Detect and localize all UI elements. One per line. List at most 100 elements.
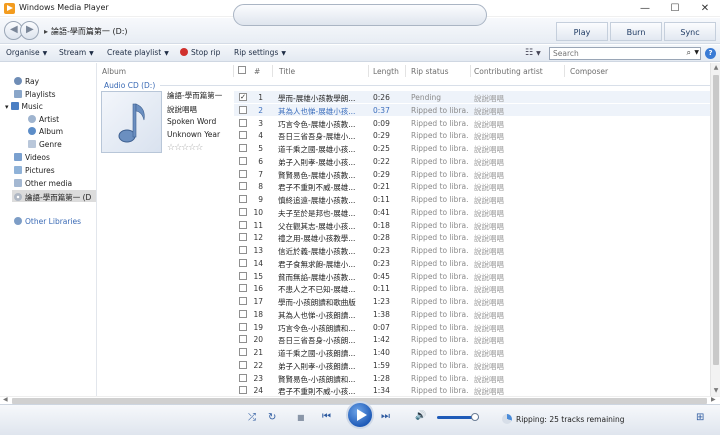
table-row[interactable]: 20 吾日三省吾身-小孩朗... 1:42 Ripped to libra... 說說唱… xyxy=(234,333,714,345)
sidebar-item-pictures[interactable]: Pictures xyxy=(14,166,55,175)
shuffle-icon[interactable]: ⤮ xyxy=(248,412,256,423)
table-row[interactable]: 2 其為人也悌-展雄小孩... 0:37 Ripped to libra... 說說唱唱 xyxy=(234,103,714,116)
search-input[interactable] xyxy=(550,48,680,59)
table-row[interactable]: 17 學而-小孩朗讀和歌曲版 1:23 Ripped to libra... 說說唱唱 xyxy=(234,295,714,307)
sidebar-item-genre[interactable]: Genre xyxy=(28,140,62,149)
track-checkbox[interactable] xyxy=(239,297,247,305)
track-checkbox[interactable] xyxy=(239,131,247,140)
repeat-icon[interactable]: ↻ xyxy=(268,412,276,423)
table-row[interactable]: 11 父在觀其志-展雄小孩... 0:18 Ripped to libra... 說說唱… xyxy=(234,219,714,231)
table-row[interactable]: 4 吾日三省吾身-展雄小... 0:29 Ripped to libra... 說說唱唱 xyxy=(234,129,714,141)
album-rating[interactable]: ☆☆☆☆☆ xyxy=(167,143,203,153)
sidebar-item-artist[interactable]: Artist xyxy=(28,115,59,124)
column-header-contributing-artist[interactable]: Contributing artist xyxy=(474,67,543,76)
track-checkbox[interactable] xyxy=(239,156,247,165)
organise-menu[interactable]: Organise ▼ xyxy=(6,48,47,57)
view-options-icon[interactable]: ☷ ▼ xyxy=(525,48,541,58)
table-row[interactable]: 22 弟子入則孝-小孩朗讀... 1:59 Ripped to libra... 說說唱… xyxy=(234,359,714,371)
table-row[interactable]: 3 巧言令色-展雄小孩教... 0:09 Ripped to libra... 說說唱唱 xyxy=(234,117,714,129)
scroll-down-icon[interactable]: ▼ xyxy=(711,386,720,396)
track-checkbox[interactable] xyxy=(239,233,247,242)
table-row[interactable]: 9 慎終追遠-展雄小孩教... 0:11 Ripped to libra... 說說唱唱 xyxy=(234,193,714,205)
track-checkbox[interactable] xyxy=(239,284,247,293)
track-checkbox[interactable] xyxy=(239,195,247,203)
track-checkbox[interactable] xyxy=(239,335,247,344)
breadcrumb[interactable]: ▸ 論語-學而篇第一 (D:) xyxy=(44,26,128,37)
table-row[interactable]: 5 道千乘之國-展雄小孩... 0:25 Ripped to libra... 說說唱唱 xyxy=(234,142,714,154)
select-all-checkbox[interactable] xyxy=(238,66,246,74)
scroll-up-icon[interactable]: ▲ xyxy=(711,63,720,73)
play-button[interactable] xyxy=(346,401,374,429)
track-checkbox[interactable] xyxy=(239,386,247,395)
table-row[interactable]: 6 弟子入則孝-展雄小孩... 0:22 Ripped to libra... 說說唱唱 xyxy=(234,155,714,167)
sidebar-item-music[interactable]: ▾ Music xyxy=(5,102,43,111)
sidebar-item-album[interactable]: Album xyxy=(28,127,63,136)
stop-rip-button[interactable]: Stop rip xyxy=(180,48,220,57)
column-header-rip-status[interactable]: Rip status xyxy=(411,67,449,76)
sidebar-item-ray[interactable]: Ray xyxy=(14,77,39,86)
column-header-number[interactable]: # xyxy=(254,67,260,76)
tab-sync[interactable]: Sync xyxy=(664,22,716,41)
help-icon[interactable]: ? xyxy=(705,48,716,59)
track-checkbox[interactable]: ✓ xyxy=(239,93,247,101)
column-header-composer[interactable]: Composer xyxy=(570,67,608,76)
breadcrumb-location[interactable]: 論語-學而篇第一 (D:) xyxy=(51,27,128,36)
table-row[interactable]: 15 貧而無諂-展雄小孩教... 0:45 Ripped to libra... 說說唱… xyxy=(234,270,714,282)
sidebar-item-playlists[interactable]: Playlists xyxy=(14,90,56,99)
table-row[interactable]: 16 不患人之不已知-展雄... 0:11 Ripped to libra... 說說唱… xyxy=(234,282,714,294)
tab-burn[interactable]: Burn xyxy=(610,22,662,41)
track-checkbox[interactable] xyxy=(239,169,247,178)
rip-settings-menu[interactable]: Rip settings ▼ xyxy=(234,48,286,57)
column-header-title[interactable]: Title xyxy=(279,67,295,76)
expand-chevron-icon[interactable]: ▾ xyxy=(5,103,9,111)
search-options-chevron-icon[interactable]: ▼ xyxy=(694,49,699,56)
sidebar-item-other-media[interactable]: Other media xyxy=(14,179,72,188)
sidebar-item-audio-cd[interactable]: 論語-學而篇第一 (D xyxy=(12,190,96,202)
volume-slider-handle[interactable] xyxy=(470,413,479,421)
column-header-length[interactable]: Length xyxy=(373,67,399,76)
mute-button[interactable]: 🔊 xyxy=(415,411,426,421)
table-row[interactable]: 12 禮之用-展雄小孩教學... 0:28 Ripped to libra... 說說唱… xyxy=(234,231,714,243)
track-checkbox[interactable] xyxy=(239,144,247,152)
maximize-button[interactable]: ☐ xyxy=(660,0,690,17)
track-checkbox[interactable] xyxy=(239,271,247,280)
table-row[interactable]: 7 賢賢易色-展雄小孩教... 0:29 Ripped to libra... 說說唱唱 xyxy=(234,168,714,180)
table-row[interactable]: 8 君子不重則不威-展雄... 0:21 Ripped to libra... 說說唱唱 xyxy=(234,180,714,192)
table-row[interactable]: ✓ 1 學而-展雄小孩教學朗... 0:26 Pending 說說唱唱 xyxy=(234,91,714,103)
track-checkbox[interactable] xyxy=(239,360,247,369)
switch-to-now-playing-icon[interactable]: ⊞ xyxy=(696,412,704,423)
table-row[interactable]: 24 君子不重則不威-小孩... 1:34 Ripped to libra... 說說唱… xyxy=(234,384,714,396)
table-row[interactable]: 10 夫子至於是邦也-展雄... 0:41 Ripped to libra... 說說唱… xyxy=(234,206,714,218)
track-checkbox[interactable] xyxy=(239,322,247,331)
sidebar-item-other-libraries[interactable]: Other Libraries xyxy=(14,217,81,226)
forward-button[interactable]: ▶ xyxy=(20,21,39,40)
track-checkbox[interactable] xyxy=(239,309,247,318)
scrollbar-thumb[interactable] xyxy=(713,75,719,365)
column-header-album[interactable]: Album xyxy=(102,67,126,76)
track-checkbox[interactable] xyxy=(239,207,247,216)
scroll-right-icon[interactable]: ▶ xyxy=(711,396,716,403)
table-row[interactable]: 23 賢賢易色-小孩朗讀和... 1:28 Ripped to libra... 說說唱… xyxy=(234,372,714,384)
table-row[interactable]: 18 其為人也悌-小孩朗讀... 1:38 Ripped to libra... 說說唱… xyxy=(234,308,714,320)
album-art[interactable] xyxy=(101,91,162,153)
track-checkbox[interactable] xyxy=(239,182,247,191)
vertical-scrollbar[interactable]: ▲ ▼ xyxy=(710,63,720,396)
track-checkbox[interactable] xyxy=(239,373,247,382)
sidebar-item-videos[interactable]: Videos xyxy=(14,153,50,162)
track-checkbox[interactable] xyxy=(239,118,247,127)
track-checkbox[interactable] xyxy=(239,258,247,267)
group-header-audio-cd[interactable]: Audio CD (D:) xyxy=(104,81,155,90)
tab-play[interactable]: Play xyxy=(556,22,608,41)
search-icon[interactable]: ⌕ xyxy=(687,48,691,58)
minimize-button[interactable]: — xyxy=(630,0,660,17)
create-playlist-menu[interactable]: Create playlist ▼ xyxy=(107,48,169,57)
track-checkbox[interactable] xyxy=(239,348,247,356)
close-button[interactable]: ✕ xyxy=(690,0,720,17)
table-row[interactable]: 19 巧言令色-小孩朗讀和... 0:07 Ripped to libra... 說說唱… xyxy=(234,321,714,333)
search-box[interactable]: ⌕ ▼ xyxy=(549,47,701,60)
table-row[interactable]: 21 道千乘之國-小孩朗讀... 1:40 Ripped to libra... 說說唱… xyxy=(234,346,714,358)
next-button[interactable]: ⏭ xyxy=(381,411,390,422)
track-checkbox[interactable] xyxy=(239,105,247,114)
table-row[interactable]: 13 信近於義-展雄小孩教... 0:23 Ripped to libra... 說說唱… xyxy=(234,244,714,256)
stop-button[interactable]: ■ xyxy=(297,413,305,422)
